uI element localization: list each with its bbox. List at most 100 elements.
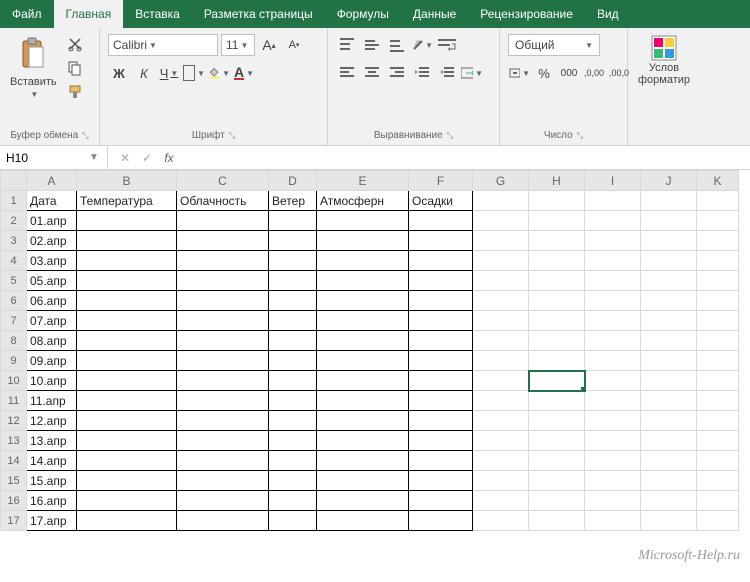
cell-D15[interactable]: [269, 471, 317, 491]
cell-F4[interactable]: [409, 251, 473, 271]
align-right-icon[interactable]: [386, 62, 408, 84]
cell-C1[interactable]: Облачность: [177, 191, 269, 211]
cell-H3[interactable]: [529, 231, 585, 251]
cell-B12[interactable]: [77, 411, 177, 431]
enter-formula-icon[interactable]: ✓: [138, 151, 156, 165]
decrease-indent-icon[interactable]: [411, 62, 433, 84]
cell-K1[interactable]: [697, 191, 739, 211]
cell-A10[interactable]: 10.апр: [27, 371, 77, 391]
cell-A7[interactable]: 07.апр: [27, 311, 77, 331]
cell-F15[interactable]: [409, 471, 473, 491]
row-header-9[interactable]: 9: [1, 351, 27, 371]
cell-C17[interactable]: [177, 511, 269, 531]
cell-J10[interactable]: [641, 371, 697, 391]
merge-cells-icon[interactable]: ▼: [461, 62, 483, 84]
cell-D13[interactable]: [269, 431, 317, 451]
fill-color-button[interactable]: ▼: [208, 62, 230, 84]
row-header-11[interactable]: 11: [1, 391, 27, 411]
cell-A8[interactable]: 08.апр: [27, 331, 77, 351]
cell-A4[interactable]: 03.апр: [27, 251, 77, 271]
cell-J3[interactable]: [641, 231, 697, 251]
cell-J9[interactable]: [641, 351, 697, 371]
font-dialog-launcher[interactable]: ⤡: [229, 131, 235, 141]
cell-E16[interactable]: [317, 491, 409, 511]
row-header-2[interactable]: 2: [1, 211, 27, 231]
cut-icon[interactable]: [65, 34, 85, 54]
row-header-13[interactable]: 13: [1, 431, 27, 451]
row-header-8[interactable]: 8: [1, 331, 27, 351]
cell-E10[interactable]: [317, 371, 409, 391]
cell-K7[interactable]: [697, 311, 739, 331]
tab-home[interactable]: Главная: [54, 0, 124, 28]
cell-A15[interactable]: 15.апр: [27, 471, 77, 491]
cell-I16[interactable]: [585, 491, 641, 511]
cell-B2[interactable]: [77, 211, 177, 231]
cell-G7[interactable]: [473, 311, 529, 331]
cell-A14[interactable]: 14.апр: [27, 451, 77, 471]
cell-A1[interactable]: Дата: [27, 191, 77, 211]
cell-C14[interactable]: [177, 451, 269, 471]
cell-A11[interactable]: 11.апр: [27, 391, 77, 411]
cell-K9[interactable]: [697, 351, 739, 371]
row-header-14[interactable]: 14: [1, 451, 27, 471]
cell-F9[interactable]: [409, 351, 473, 371]
column-header-D[interactable]: D: [269, 171, 317, 191]
cell-B5[interactable]: [77, 271, 177, 291]
format-painter-icon[interactable]: [65, 82, 85, 102]
column-header-C[interactable]: C: [177, 171, 269, 191]
clipboard-dialog-launcher[interactable]: ⤡: [82, 131, 88, 141]
cell-F16[interactable]: [409, 491, 473, 511]
cell-I7[interactable]: [585, 311, 641, 331]
cell-G2[interactable]: [473, 211, 529, 231]
cell-J8[interactable]: [641, 331, 697, 351]
number-format-select[interactable]: Общий▼: [508, 34, 600, 56]
cell-I10[interactable]: [585, 371, 641, 391]
cell-I1[interactable]: [585, 191, 641, 211]
cell-H9[interactable]: [529, 351, 585, 371]
cell-H11[interactable]: [529, 391, 585, 411]
cell-G12[interactable]: [473, 411, 529, 431]
name-box-input[interactable]: [0, 146, 84, 169]
cell-D11[interactable]: [269, 391, 317, 411]
cell-K10[interactable]: [697, 371, 739, 391]
orientation-icon[interactable]: ab▼: [411, 34, 433, 56]
decrease-decimal-icon[interactable]: ,00,0: [608, 62, 630, 84]
cell-G16[interactable]: [473, 491, 529, 511]
cell-H12[interactable]: [529, 411, 585, 431]
cell-B8[interactable]: [77, 331, 177, 351]
underline-button[interactable]: Ч▼: [158, 62, 180, 84]
column-header-J[interactable]: J: [641, 171, 697, 191]
cell-A9[interactable]: 09.апр: [27, 351, 77, 371]
tab-page-layout[interactable]: Разметка страницы: [192, 0, 325, 28]
name-box-dropdown[interactable]: ▼: [84, 152, 104, 163]
cell-D2[interactable]: [269, 211, 317, 231]
cell-J13[interactable]: [641, 431, 697, 451]
cell-J14[interactable]: [641, 451, 697, 471]
cell-K12[interactable]: [697, 411, 739, 431]
cell-C8[interactable]: [177, 331, 269, 351]
cell-B11[interactable]: [77, 391, 177, 411]
cell-J4[interactable]: [641, 251, 697, 271]
cell-K8[interactable]: [697, 331, 739, 351]
cell-A2[interactable]: 01.апр: [27, 211, 77, 231]
bold-button[interactable]: Ж: [108, 62, 130, 84]
cell-B4[interactable]: [77, 251, 177, 271]
cell-K16[interactable]: [697, 491, 739, 511]
cell-E8[interactable]: [317, 331, 409, 351]
cell-D9[interactable]: [269, 351, 317, 371]
cell-H2[interactable]: [529, 211, 585, 231]
row-header-10[interactable]: 10: [1, 371, 27, 391]
conditional-formatting-label[interactable]: Услов: [649, 62, 679, 74]
cell-H16[interactable]: [529, 491, 585, 511]
cell-G10[interactable]: [473, 371, 529, 391]
cell-F7[interactable]: [409, 311, 473, 331]
select-all-corner[interactable]: [1, 171, 27, 191]
cell-A13[interactable]: 13.апр: [27, 431, 77, 451]
cell-E5[interactable]: [317, 271, 409, 291]
cell-G13[interactable]: [473, 431, 529, 451]
cell-D5[interactable]: [269, 271, 317, 291]
tab-insert[interactable]: Вставка: [123, 0, 192, 28]
cell-H1[interactable]: [529, 191, 585, 211]
tab-review[interactable]: Рецензирование: [468, 0, 585, 28]
cell-C7[interactable]: [177, 311, 269, 331]
